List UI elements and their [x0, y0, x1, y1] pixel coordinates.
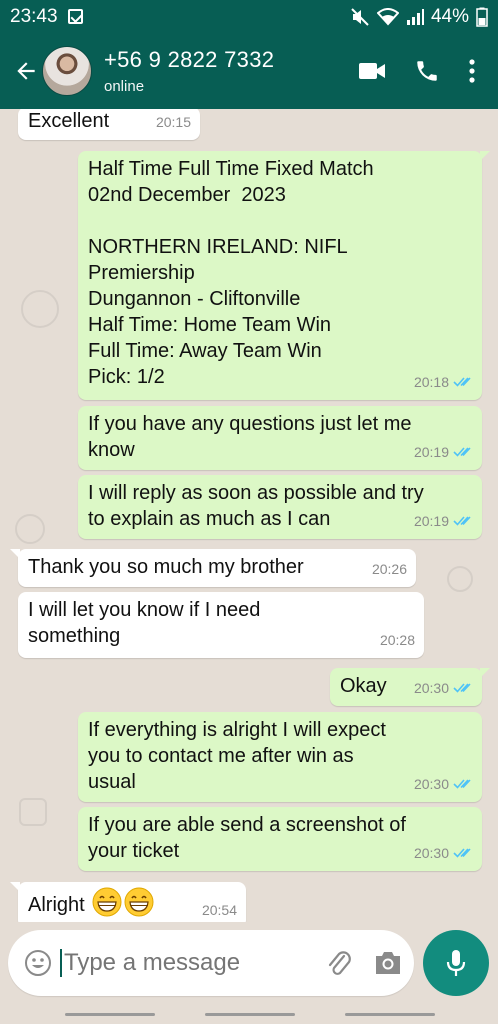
contact-name: +56 9 2822 7332: [104, 47, 275, 72]
read-ticks-icon: [453, 683, 471, 693]
read-ticks-icon: [453, 848, 471, 858]
battery-icon: [476, 7, 488, 27]
message-input[interactable]: [64, 949, 304, 977]
message-meta: 20:30: [414, 771, 473, 797]
notification-icon: [67, 9, 83, 24]
nav-back-button[interactable]: [345, 1013, 435, 1016]
message-text: Okay: [340, 675, 387, 697]
text-caret: [60, 949, 62, 977]
message-meta: 20:30: [414, 675, 473, 701]
message-time: 20:30: [413, 845, 449, 861]
emoji-icon[interactable]: [24, 949, 52, 977]
mute-icon: [351, 7, 369, 26]
message-time: 20:54: [201, 902, 237, 918]
message-meta: 20:30: [414, 840, 473, 866]
message-outgoing[interactable]: Half Time Full Time Fixed Match 02nd Dec…: [78, 151, 490, 400]
microphone-icon: [446, 950, 466, 976]
back-button[interactable]: [6, 51, 46, 91]
message-time: 20:30: [413, 776, 449, 792]
message-outgoing[interactable]: If you are able send a screenshot of you…: [78, 807, 482, 871]
attach-icon[interactable]: [326, 948, 352, 978]
message-time: 20:19: [413, 513, 449, 529]
signal-icon: [406, 8, 424, 25]
battery-percent: 44%: [430, 5, 469, 27]
message-text: Alright: [28, 894, 85, 916]
message-outgoing[interactable]: If you have any questions just let me kn…: [78, 406, 482, 470]
read-ticks-icon: [453, 779, 471, 789]
message-text: Excellent: [28, 110, 110, 132]
message-text: If you are able send a screenshot of you…: [88, 814, 406, 862]
message-outgoing[interactable]: I will reply as soon as possible and try…: [78, 475, 482, 539]
message-text: I will let you know if I need something: [28, 599, 261, 647]
read-ticks-icon: [453, 377, 471, 387]
message-outgoing[interactable]: If everything is alright I will expect y…: [78, 712, 482, 802]
message-list[interactable]: Excellent 20:15 Half Time Full Time Fixe…: [0, 109, 498, 922]
message-text: I will reply as soon as possible and try…: [88, 482, 424, 530]
contact-info[interactable]: +56 9 2822 7332 online: [104, 47, 274, 95]
message-text: Half Time Full Time Fixed Match 02nd Dec…: [88, 158, 374, 388]
status-icons: 44%: [350, 6, 488, 28]
message-outgoing[interactable]: Okay 20:30: [330, 668, 490, 706]
message-meta: 20:19: [414, 508, 473, 534]
message-time: 20:26: [371, 561, 407, 577]
message-meta: 20:18: [414, 369, 473, 395]
more-options-icon[interactable]: [468, 58, 476, 84]
message-field[interactable]: [8, 930, 414, 996]
wifi-icon: [376, 7, 399, 25]
contact-status: online: [104, 78, 145, 95]
message-text: If you have any questions just let me kn…: [88, 413, 412, 461]
message-incoming[interactable]: Thank you so much my brother 20:26: [10, 549, 416, 587]
camera-icon[interactable]: [374, 950, 402, 976]
grinning-face-emoji-icon: [92, 887, 122, 917]
chat-header: +56 9 2822 7332 online: [0, 33, 498, 109]
system-nav-bar: [0, 1004, 498, 1024]
read-ticks-icon: [453, 447, 471, 457]
phone-icon[interactable]: [414, 58, 440, 84]
video-call-icon[interactable]: [358, 61, 386, 81]
message-time: 20:19: [413, 444, 449, 460]
message-time: 20:15: [155, 114, 191, 130]
voice-message-button[interactable]: [423, 930, 489, 996]
message-incoming[interactable]: Alright 20:54: [10, 882, 246, 922]
message-text: Thank you so much my brother: [28, 556, 304, 578]
nav-recent-button[interactable]: [65, 1013, 155, 1016]
message-meta: 20:19: [414, 439, 473, 465]
nav-home-button[interactable]: [205, 1013, 295, 1016]
message-time: 20:18: [413, 374, 449, 390]
avatar[interactable]: [42, 46, 92, 96]
read-ticks-icon: [453, 516, 471, 526]
composer: [0, 922, 498, 1004]
message-time: 20:28: [379, 632, 415, 648]
grinning-face-emoji-icon: [124, 887, 154, 917]
message-incoming[interactable]: I will let you know if I need something …: [18, 592, 424, 658]
message-text: If everything is alright I will expect y…: [88, 719, 386, 793]
message-incoming[interactable]: Excellent 20:15: [18, 109, 200, 140]
message-time: 20:30: [413, 680, 449, 696]
arrow-left-icon: [17, 62, 35, 80]
status-time: 23:43: [10, 5, 58, 27]
status-bar: 23:43 44%: [0, 0, 498, 33]
